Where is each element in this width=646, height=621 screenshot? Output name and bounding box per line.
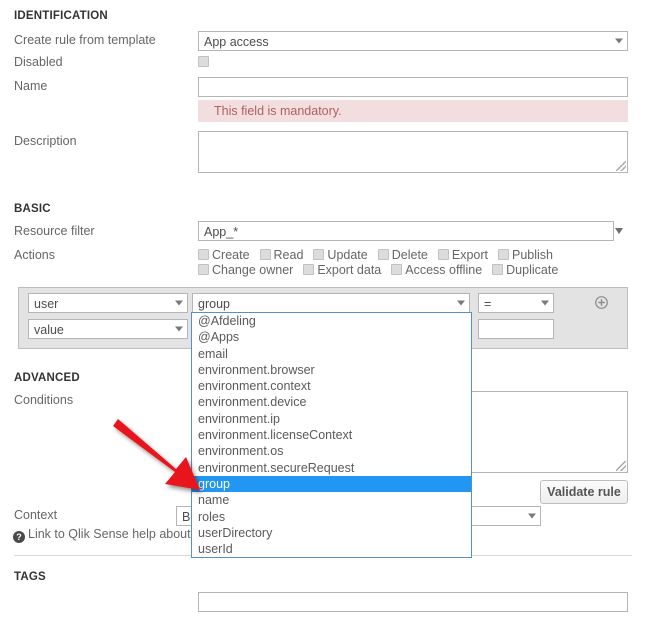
action-publish-label: Publish [512, 248, 554, 262]
property-option-name[interactable]: name [192, 492, 471, 508]
condition-property-select[interactable]: group [192, 293, 470, 313]
action-create[interactable]: Create [198, 248, 250, 263]
property-option-environment-ip[interactable]: environment.ip [192, 411, 471, 427]
chevron-down-icon [175, 300, 183, 306]
action-export-data[interactable]: Export data [303, 263, 381, 278]
action-delete-label: Delete [391, 248, 428, 262]
property-option-environment-context[interactable]: environment.context [192, 378, 471, 394]
actions-checkbox-group: Create Read Update Delete Export Publish Chang… [198, 248, 598, 278]
property-option-group[interactable]: group [192, 475, 471, 493]
action-change-owner[interactable]: Change owner [198, 263, 293, 278]
action-access-offline-checkbox[interactable] [391, 264, 403, 275]
label-context: Context [14, 508, 58, 522]
action-export-data-checkbox[interactable] [303, 264, 315, 275]
action-duplicate[interactable]: Duplicate [492, 263, 558, 278]
validate-rule-button[interactable]: Validate rule [540, 480, 628, 504]
action-create-checkbox[interactable] [198, 249, 209, 260]
name-error-message: This field is mandatory. [198, 100, 628, 122]
name-input[interactable] [198, 77, 628, 97]
label-resource-filter: Resource filter [14, 224, 95, 238]
action-change-owner-label: Change owner [212, 263, 294, 277]
action-read-checkbox[interactable] [259, 249, 271, 260]
action-update-label: Update [327, 248, 368, 262]
action-export-label: Export [451, 248, 489, 262]
action-export-checkbox[interactable] [437, 249, 449, 260]
chevron-down-icon [175, 326, 183, 332]
action-publish-checkbox[interactable] [498, 249, 510, 260]
property-option--afdeling[interactable]: @Afdeling [192, 313, 471, 329]
question-mark-icon: ? [13, 531, 25, 543]
property-dropdown-list[interactable]: @Afdeling @Apps email environment.browser en… [191, 312, 472, 559]
chevron-down-icon [615, 38, 623, 44]
section-header-identification: IDENTIFICATION [14, 10, 108, 22]
qlik-help-link[interactable]: ? Link to Qlik Sense help about s [13, 527, 200, 543]
label-conditions: Conditions [14, 393, 74, 407]
template-select-value: App access [204, 35, 269, 49]
action-read-label: Read [273, 248, 304, 262]
tags-input[interactable] [198, 592, 628, 612]
property-option-userid[interactable]: userId [192, 541, 471, 557]
action-duplicate-checkbox[interactable] [492, 264, 504, 275]
action-access-offline[interactable]: Access offline [391, 263, 482, 278]
chevron-down-icon [528, 513, 536, 519]
property-option--apps[interactable]: @Apps [192, 329, 471, 345]
action-duplicate-label: Duplicate [506, 263, 559, 277]
condition-value-type-value: value [34, 323, 64, 337]
chevron-down-icon [457, 300, 465, 306]
section-header-advanced: ADVANCED [14, 372, 80, 384]
property-option-environment-securerequest[interactable]: environment.secureRequest [192, 460, 471, 476]
condition-property-value: group [198, 297, 230, 311]
condition-operator-select[interactable]: = [478, 293, 554, 313]
property-option-environment-browser[interactable]: environment.browser [192, 362, 471, 378]
label-disabled: Disabled [14, 55, 63, 69]
resize-handle-icon[interactable] [616, 461, 626, 471]
action-create-label: Create [212, 248, 250, 262]
resize-handle-icon[interactable] [616, 161, 626, 171]
action-update-checkbox[interactable] [313, 249, 325, 260]
property-option-environment-licensecontext[interactable]: environment.licenseContext [192, 427, 471, 443]
section-header-basic: BASIC [14, 203, 51, 215]
qlik-security-rule-editor: IDENTIFICATION Create rule from template… [0, 0, 646, 621]
property-option-userdirectory[interactable]: userDirectory [192, 525, 471, 541]
property-option-email[interactable]: email [192, 346, 471, 362]
condition-subject-select[interactable]: user [28, 293, 188, 313]
property-option-roles[interactable]: roles [192, 509, 471, 525]
label-name: Name [14, 79, 48, 93]
action-update[interactable]: Update [313, 248, 368, 263]
condition-value-input[interactable] [478, 319, 554, 339]
template-select[interactable]: App access [198, 31, 628, 51]
action-export-data-label: Export data [317, 263, 382, 277]
chevron-down-icon [541, 300, 549, 306]
action-export[interactable]: Export [437, 248, 489, 263]
label-create-rule-from-template: Create rule from template [14, 33, 156, 47]
label-actions: Actions [14, 248, 55, 262]
description-textarea[interactable] [198, 131, 628, 173]
action-publish[interactable]: Publish [498, 248, 553, 263]
condition-operator-value: = [484, 297, 492, 311]
action-access-offline-label: Access offline [405, 263, 483, 277]
action-change-owner-checkbox[interactable] [198, 264, 209, 275]
label-description: Description [14, 134, 77, 148]
condition-value-type-select[interactable]: value [28, 319, 188, 339]
condition-subject-value: user [34, 297, 59, 311]
property-option-environment-os[interactable]: environment.os [192, 443, 471, 459]
action-delete[interactable]: Delete [377, 248, 428, 263]
property-option-environment-device[interactable]: environment.device [192, 394, 471, 410]
section-header-tags: TAGS [14, 571, 46, 583]
add-condition-plus-circle-icon[interactable] [595, 296, 608, 309]
action-delete-checkbox[interactable] [377, 249, 389, 260]
disabled-checkbox[interactable] [198, 56, 209, 67]
qlik-help-link-text: Link to Qlik Sense help about s [28, 527, 201, 541]
resource-filter-chevron-down-icon[interactable] [615, 228, 623, 234]
action-read[interactable]: Read [259, 248, 304, 263]
resource-filter-input[interactable]: App_* [198, 221, 614, 241]
